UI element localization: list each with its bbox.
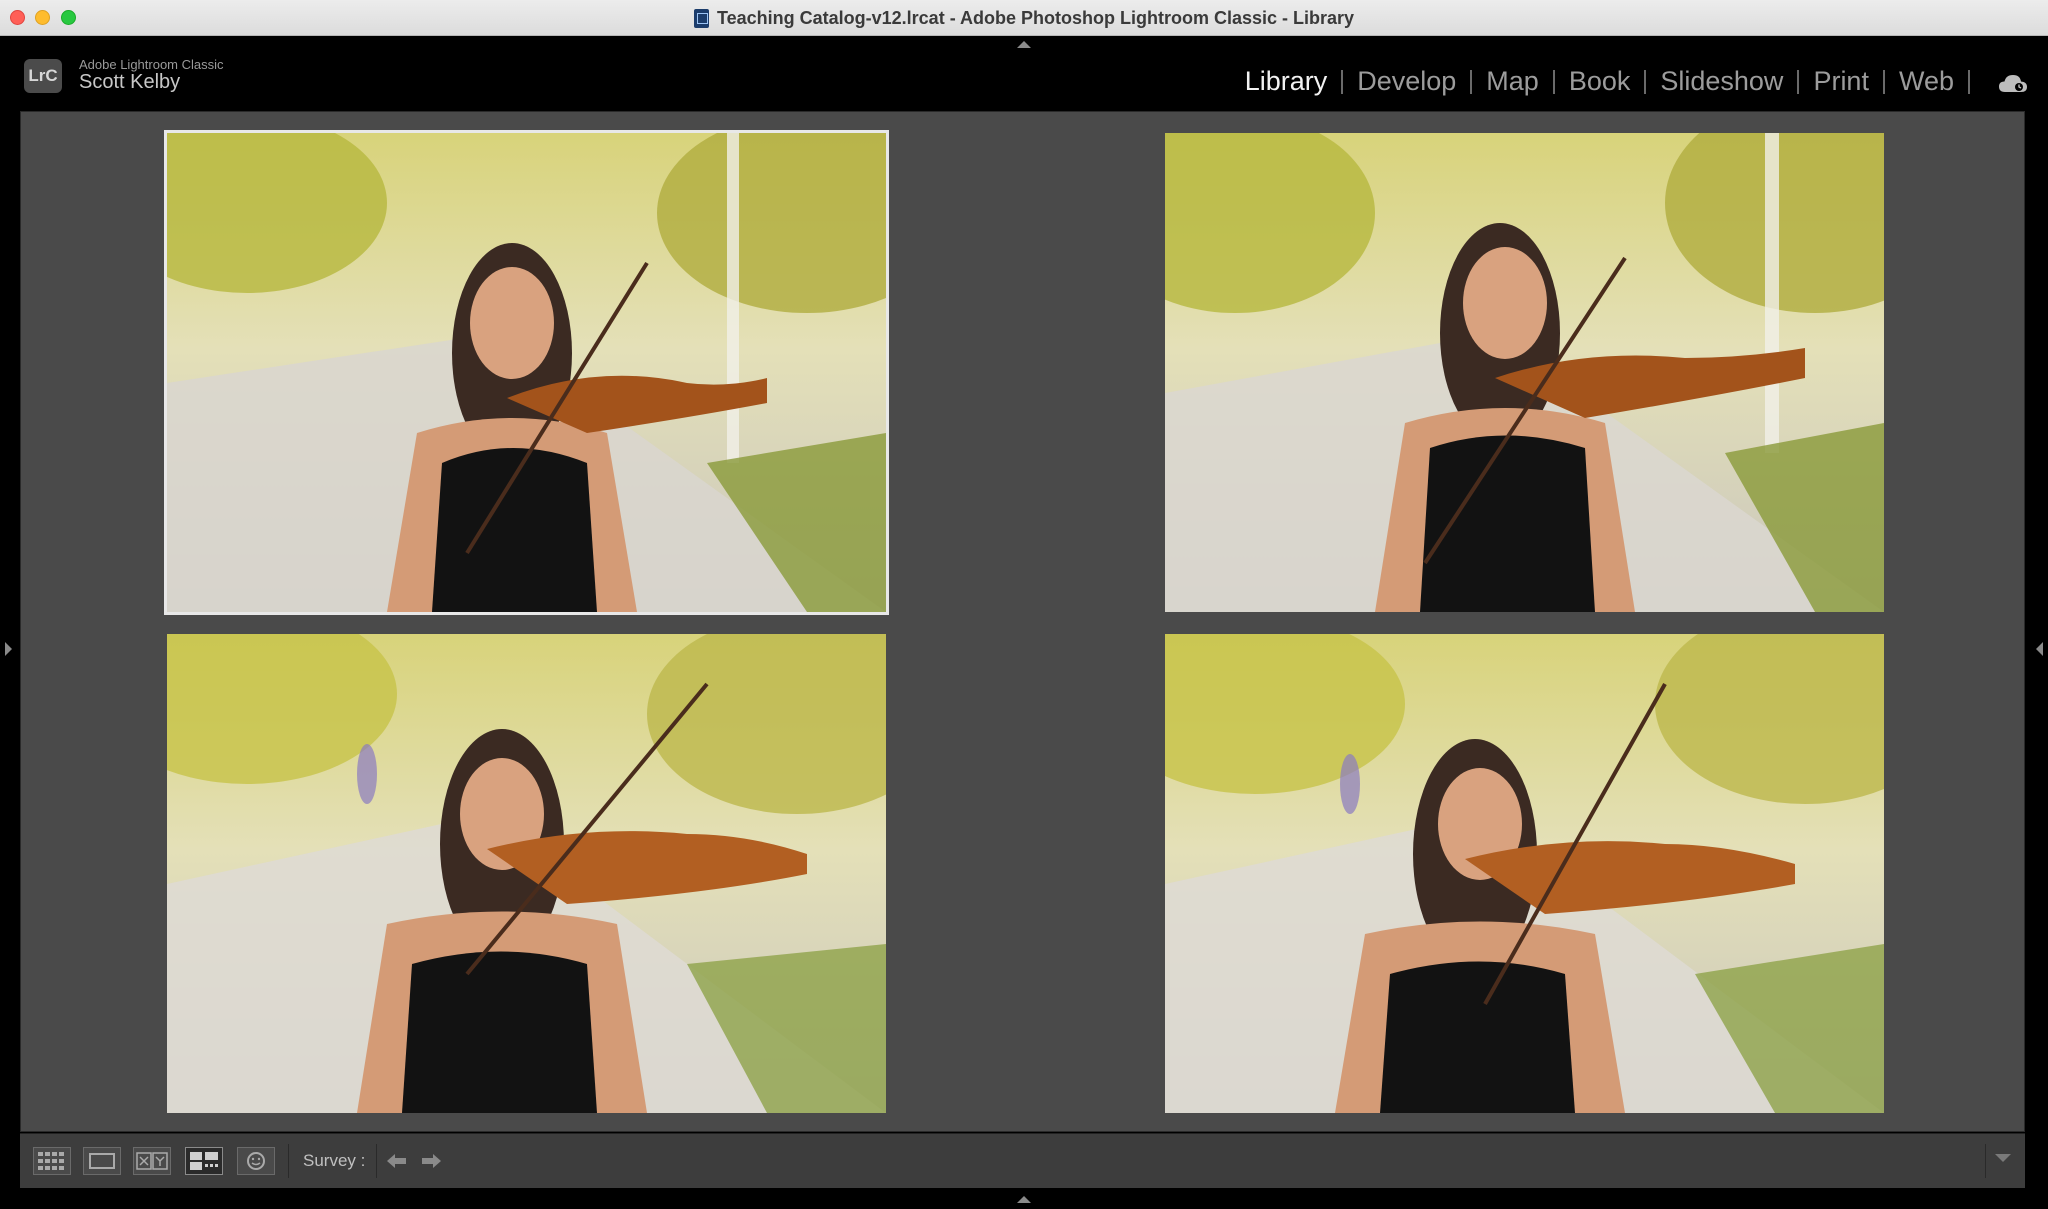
- module-print[interactable]: Print: [1813, 66, 1869, 97]
- identity-user-name: Scott Kelby: [79, 71, 181, 93]
- show-right-panel-arrow-icon[interactable]: [2036, 642, 2043, 656]
- loupe-view-icon[interactable]: [83, 1147, 121, 1175]
- module-book[interactable]: Book: [1569, 66, 1631, 97]
- toolbar-divider: [1985, 1144, 1986, 1178]
- toolbar-divider: [288, 1144, 289, 1178]
- survey-view-area: [20, 111, 2025, 1132]
- show-filmstrip-arrow-icon[interactable]: [1017, 1196, 1031, 1203]
- module-web[interactable]: Web: [1899, 66, 1954, 97]
- library-toolbar: Survey :: [20, 1133, 2025, 1188]
- catalog-document-icon: [693, 8, 709, 28]
- module-divider: [1644, 69, 1647, 94]
- people-view-icon[interactable]: [237, 1147, 275, 1175]
- toolbar-divider: [376, 1144, 377, 1178]
- app-name: Adobe Lightroom Classic: [79, 57, 224, 72]
- identity-plate-bar: LrC Adobe Lightroom Classic Scott Kelby …: [0, 37, 2048, 109]
- window-title: Teaching Catalog-v12.lrcat - Adobe Photo…: [716, 7, 1355, 28]
- module-slideshow[interactable]: Slideshow: [1660, 66, 1783, 97]
- module-map[interactable]: Map: [1486, 66, 1539, 97]
- violinist-photo: [1165, 634, 1884, 1113]
- survey-photo-4[interactable]: [1165, 634, 1884, 1113]
- grid-view-icon[interactable]: [33, 1147, 71, 1175]
- hide-top-panel-arrow-icon[interactable]: [1017, 41, 1031, 48]
- cloud-sync-icon[interactable]: [1998, 73, 2028, 95]
- survey-label: Survey :: [303, 1151, 366, 1170]
- violinist-photo: [167, 634, 886, 1113]
- survey-photo-2[interactable]: [1165, 133, 1884, 612]
- window-title-bar: Teaching Catalog-v12.lrcat - Adobe Photo…: [0, 0, 2048, 36]
- module-library[interactable]: Library: [1245, 66, 1328, 97]
- module-picker: Library Develop Map Book Slideshow Print…: [1245, 66, 1984, 97]
- lrc-logo: LrC: [24, 59, 62, 93]
- module-divider: [1341, 69, 1344, 94]
- module-divider: [1797, 69, 1800, 94]
- module-divider: [1968, 69, 1970, 94]
- violinist-photo: [167, 133, 886, 612]
- violinist-photo: [1165, 133, 1884, 612]
- module-divider: [1552, 69, 1555, 94]
- module-develop[interactable]: Develop: [1357, 66, 1456, 97]
- survey-view-icon[interactable]: [185, 1147, 223, 1175]
- module-divider: [1470, 69, 1473, 94]
- module-divider: [1882, 69, 1885, 94]
- toolbar-options-dropdown-icon[interactable]: [1995, 1154, 2011, 1162]
- previous-photo-arrow-icon[interactable]: [384, 1150, 410, 1172]
- survey-photo-3[interactable]: [167, 634, 886, 1113]
- next-photo-arrow-icon[interactable]: [418, 1150, 444, 1172]
- show-left-panel-arrow-icon[interactable]: [5, 642, 12, 656]
- compare-view-icon[interactable]: [133, 1147, 171, 1175]
- survey-photo-1[interactable]: [164, 130, 889, 615]
